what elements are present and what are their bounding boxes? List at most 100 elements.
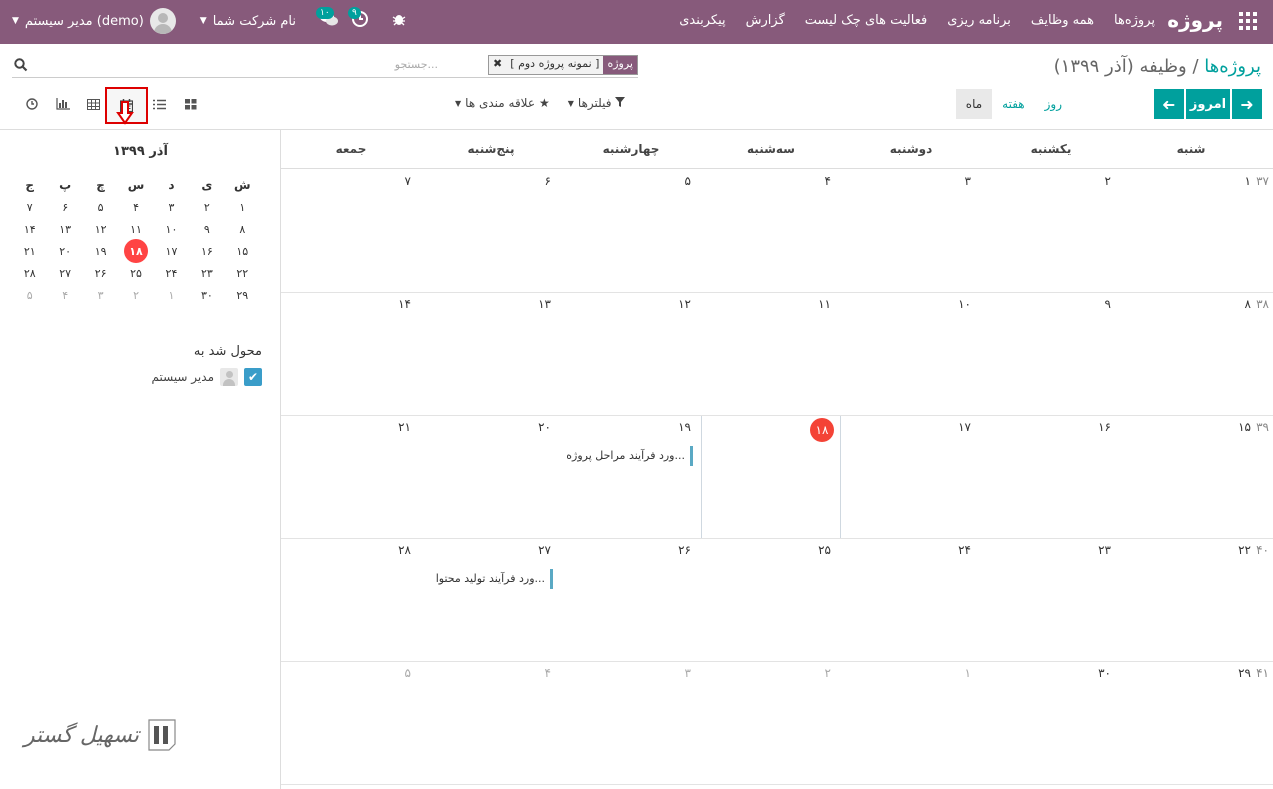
- calendar-day-cell[interactable]: ۷: [281, 170, 421, 292]
- mini-calendar-day[interactable]: ۴: [118, 201, 153, 214]
- mini-calendar-day[interactable]: ۳: [154, 201, 189, 214]
- mini-calendar-day[interactable]: ۲۲: [225, 267, 260, 280]
- mini-calendar-day[interactable]: ۱۰: [154, 223, 189, 236]
- mini-calendar-day[interactable]: ۵: [12, 289, 47, 302]
- calendar-day-cell[interactable]: ۲۷ ...ورد فرآیند تولید محتوا: [421, 539, 561, 661]
- calendar-day-cell[interactable]: ۱۳: [421, 293, 561, 415]
- calendar-day-cell[interactable]: ۲۴: [841, 539, 981, 661]
- list-view-icon[interactable]: [144, 91, 175, 117]
- menu-checklist-activities[interactable]: فعالیت های چک لیست: [805, 13, 927, 28]
- menu-reporting[interactable]: گزارش: [746, 13, 785, 28]
- calendar-event[interactable]: ...ورد فرآیند تولید محتوا: [425, 569, 553, 589]
- mini-calendar-day[interactable]: ۱۳: [47, 223, 82, 236]
- mini-calendar-day[interactable]: ۲۳: [189, 267, 224, 280]
- mini-calendar-day[interactable]: ۲۴: [154, 267, 189, 280]
- activities-menu[interactable]: ۹: [347, 7, 368, 31]
- breadcrumb-projects-link[interactable]: پروژه‌ها: [1204, 56, 1261, 77]
- calendar-day-cell[interactable]: ۲۸: [281, 539, 421, 661]
- mini-calendar-day[interactable]: ۳۰: [189, 289, 224, 302]
- apps-menu-icon[interactable]: [1239, 12, 1257, 30]
- scale-month-button[interactable]: ماه: [955, 89, 993, 119]
- user-menu[interactable]: ▼ مدیر سیستم (demo): [12, 8, 176, 34]
- calendar-event[interactable]: ...ورد فرآیند مراحل پروژه: [565, 446, 693, 466]
- mini-calendar-day[interactable]: ۲۱: [12, 245, 47, 258]
- calendar-day-cell[interactable]: ۲۹: [1121, 662, 1261, 784]
- mini-calendar-day[interactable]: ۱۲: [83, 223, 118, 236]
- mini-calendar-day[interactable]: ۶: [47, 201, 82, 214]
- mini-calendar-day[interactable]: ۸: [225, 223, 260, 236]
- filters-dropdown[interactable]: ▼ فیلترها: [568, 96, 626, 110]
- mini-calendar-day[interactable]: ۱۵: [225, 245, 260, 258]
- calendar-day-cell[interactable]: ۱: [841, 662, 981, 784]
- mini-calendar-day[interactable]: ۱۸: [118, 239, 153, 263]
- mini-calendar-day[interactable]: ۲: [118, 289, 153, 302]
- mini-calendar-day[interactable]: ۲۶: [83, 267, 118, 280]
- calendar-day-cell[interactable]: ۱۵: [1121, 416, 1261, 538]
- mini-calendar-day[interactable]: ۱۱: [118, 223, 153, 236]
- calendar-day-cell[interactable]: ۲۱: [281, 416, 421, 538]
- calendar-day-cell[interactable]: ۴: [701, 170, 841, 292]
- mini-calendar-day[interactable]: ۱۷: [154, 245, 189, 258]
- mini-calendar-day[interactable]: ۲۹: [225, 289, 260, 302]
- calendar-day-cell[interactable]: ۶: [421, 170, 561, 292]
- calendar-day-cell[interactable]: ۱۷: [841, 416, 981, 538]
- calendar-day-cell[interactable]: ۳: [841, 170, 981, 292]
- calendar-day-cell[interactable]: ۹: [981, 293, 1121, 415]
- menu-all-tasks[interactable]: همه وظایف: [1031, 13, 1094, 28]
- calendar-day-cell[interactable]: ۲۶: [561, 539, 701, 661]
- calendar-day-cell[interactable]: ۱۴: [281, 293, 421, 415]
- search-bar[interactable]: جستجو... ✖ [ نمونه پروژه دوم ] پروژه: [12, 54, 638, 78]
- calendar-day-cell[interactable]: ۸: [1121, 293, 1261, 415]
- search-icon[interactable]: [14, 58, 28, 76]
- calendar-day-cell[interactable]: ۳۰: [981, 662, 1121, 784]
- favorites-dropdown[interactable]: ▼ علاقه مندی ها ★: [455, 96, 550, 110]
- calendar-day-cell[interactable]: ۱۱: [701, 293, 841, 415]
- calendar-day-cell[interactable]: ۱۹ ...ورد فرآیند مراحل پروژه: [561, 416, 701, 538]
- mini-calendar-day[interactable]: ۴: [47, 289, 82, 302]
- facet-remove-icon[interactable]: ✖: [489, 56, 507, 74]
- mini-calendar-day[interactable]: ۱۶: [189, 245, 224, 258]
- mini-calendar-day[interactable]: ۷: [12, 201, 47, 214]
- mini-calendar-day[interactable]: ۱: [154, 289, 189, 302]
- today-button[interactable]: امروز: [1186, 89, 1230, 119]
- calendar-day-cell[interactable]: ۳: [561, 662, 701, 784]
- kanban-view-icon[interactable]: [175, 91, 206, 117]
- mini-calendar-day[interactable]: ۲۸: [12, 267, 47, 280]
- mini-calendar-day[interactable]: ۵: [83, 201, 118, 214]
- app-brand[interactable]: پروژه: [1167, 8, 1223, 32]
- menu-planning[interactable]: برنامه ریزی: [947, 13, 1011, 28]
- calendar-day-cell[interactable]: ۲۲: [1121, 539, 1261, 661]
- next-button[interactable]: ➜: [1154, 89, 1184, 119]
- calendar-day-cell[interactable]: ۵: [281, 662, 421, 784]
- menu-projects[interactable]: پروژه‌ها: [1114, 13, 1155, 28]
- activity-view-clock-icon[interactable]: [16, 91, 47, 117]
- scale-week-button[interactable]: هفته: [992, 89, 1034, 119]
- mini-calendar-day[interactable]: ۲۷: [47, 267, 82, 280]
- calendar-day-cell[interactable]: ۱۸: [701, 416, 841, 538]
- calendar-day-cell[interactable]: ۲: [701, 662, 841, 784]
- calendar-day-cell[interactable]: ۱: [1121, 170, 1261, 292]
- calendar-day-cell[interactable]: ۲۳: [981, 539, 1121, 661]
- scale-day-button[interactable]: روز: [1035, 89, 1072, 119]
- calendar-day-cell[interactable]: ۱۶: [981, 416, 1121, 538]
- calendar-day-cell[interactable]: ۱۰: [841, 293, 981, 415]
- calendar-day-cell[interactable]: ۱۲: [561, 293, 701, 415]
- mini-calendar-day[interactable]: ۹: [189, 223, 224, 236]
- mini-calendar-day[interactable]: ۱۴: [12, 223, 47, 236]
- checkbox-checked-icon[interactable]: ✔: [244, 368, 262, 386]
- assigned-filter-item[interactable]: ✔ مدیر سیستم: [152, 368, 262, 386]
- previous-button[interactable]: ➜: [1232, 89, 1262, 119]
- calendar-day-cell[interactable]: ۴: [421, 662, 561, 784]
- calendar-day-cell[interactable]: ۲۵: [701, 539, 841, 661]
- debug-bug-icon[interactable]: [392, 12, 406, 30]
- mini-calendar-day[interactable]: ۳: [83, 289, 118, 302]
- messages-menu[interactable]: ۱۰: [315, 7, 338, 31]
- mini-calendar-day[interactable]: ۱: [225, 201, 260, 214]
- mini-calendar-day[interactable]: ۲۰: [47, 245, 82, 258]
- graph-view-bar-chart-icon[interactable]: [47, 91, 78, 117]
- calendar-day-cell[interactable]: ۲۰: [421, 416, 561, 538]
- menu-configuration[interactable]: پیکربندی: [679, 13, 725, 28]
- mini-calendar-day[interactable]: ۱۹: [83, 245, 118, 258]
- company-switcher[interactable]: ▼ نام شرکت شما: [200, 14, 296, 29]
- search-input[interactable]: جستجو...: [395, 58, 438, 71]
